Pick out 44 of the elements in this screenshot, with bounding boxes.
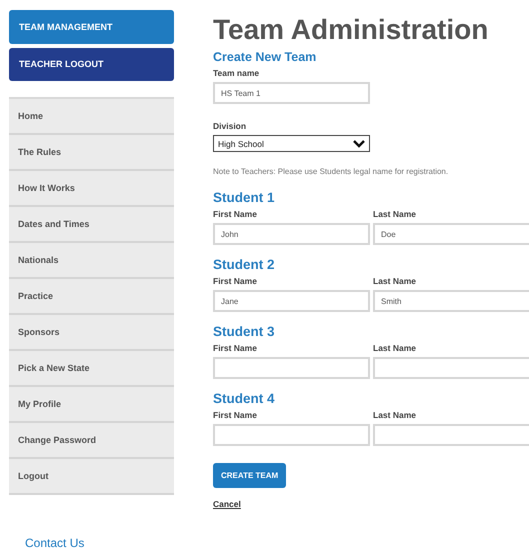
field-label: Last Name [373,276,417,286]
nav-item[interactable]: Logout [9,459,174,495]
nav-item[interactable]: Nationals [9,243,174,279]
nav-item[interactable]: Practice [9,279,174,315]
nav-item[interactable]: Sponsors [9,315,174,351]
nav-item[interactable]: How It Works [9,171,174,207]
last-name-field[interactable]: Smith [373,290,529,312]
chevron-down-icon [353,140,365,148]
nav-item[interactable]: Pick a New State [9,351,174,387]
contact-link[interactable]: Contact Us [25,536,174,550]
last-name-field[interactable]: Doe [373,223,529,245]
nav-item[interactable]: Dates and Times [9,207,174,243]
page-title: Team Administration [213,13,488,47]
field-label: Division [213,121,246,131]
team-name-field[interactable]: HS Team 1 [213,82,370,104]
last-name-field[interactable] [373,357,529,379]
student-heading: Student 3 [213,324,276,339]
sidebar-button[interactable]: TEAM MANAGEMENT [9,10,174,44]
sidebar-button[interactable]: TEACHER LOGOUT [9,48,174,81]
nav-item[interactable]: My Profile [9,387,174,423]
cancel-link[interactable]: Cancel [213,499,241,509]
first-name-field[interactable]: John [213,223,370,245]
student-heading: Student 4 [213,391,276,406]
field-label: Last Name [373,209,417,219]
first-name-field[interactable] [213,357,370,379]
field-label: First Name [213,410,258,420]
first-name-field[interactable]: Jane [213,290,370,312]
division-dropdown[interactable]: High School [213,135,370,152]
first-name-field[interactable] [213,424,370,446]
field-label: First Name [213,209,258,219]
section-title: Create New Team [213,50,316,64]
field-label: Last Name [373,410,417,420]
field-label: First Name [213,343,258,353]
nav-item[interactable]: The Rules [9,135,174,171]
field-label: Team name [213,68,260,78]
student-heading: Student 2 [213,257,276,272]
nav-item[interactable]: Change Password [9,423,174,459]
student-heading: Student 1 [213,190,276,205]
last-name-field[interactable] [373,424,529,446]
note-text: Note to Teachers: Please use Students legal name for registration. [213,167,448,176]
create-team-button[interactable]: CREATE TEAM [213,463,286,488]
nav-item[interactable]: Home [9,99,174,135]
field-label: First Name [213,276,258,286]
field-label: Last Name [373,343,417,353]
